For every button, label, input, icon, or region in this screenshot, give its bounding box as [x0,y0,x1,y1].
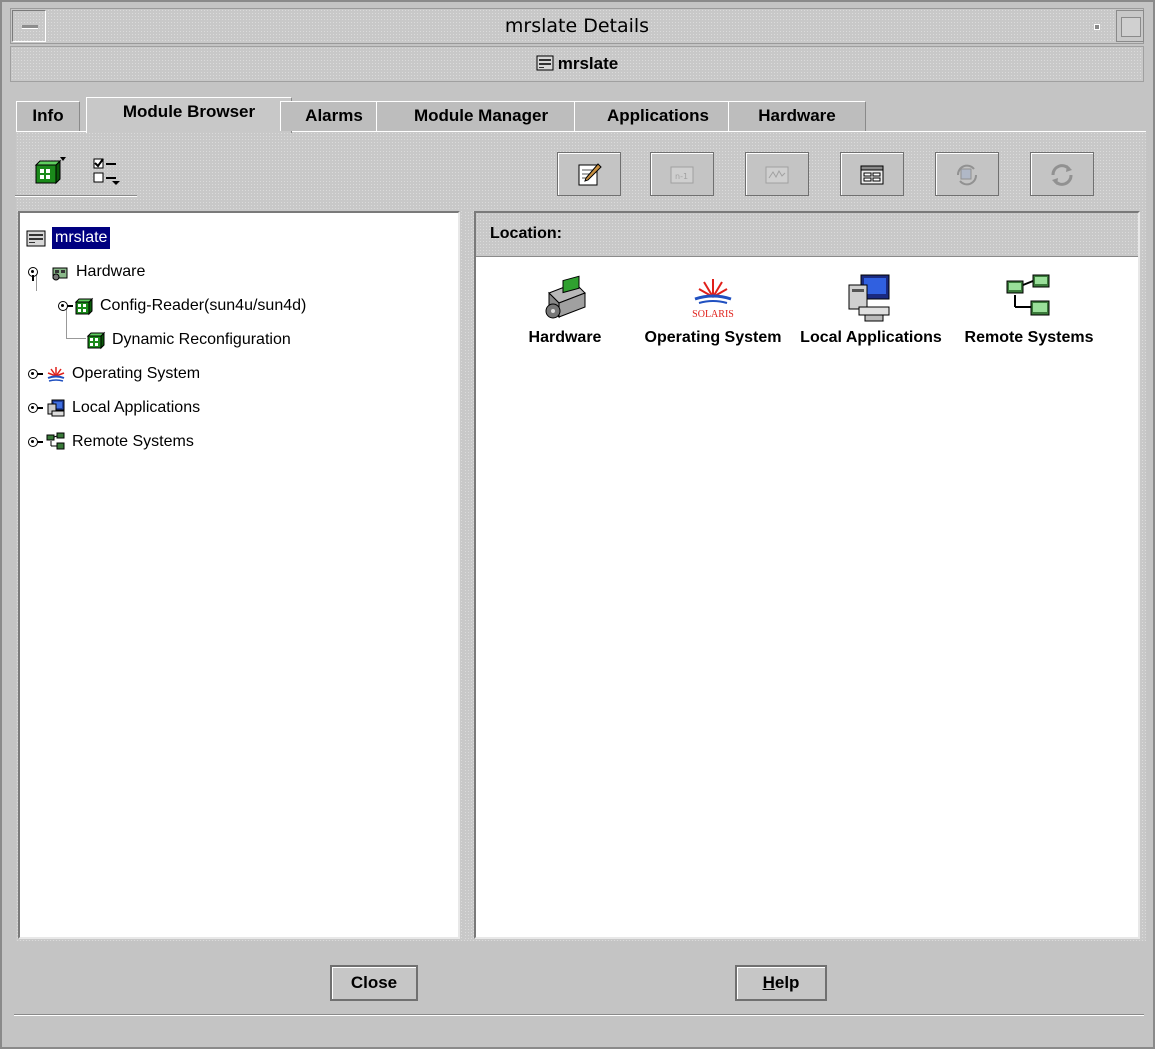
property-sheet-icon [860,165,884,185]
grid-item-hardware[interactable]: Hardware [490,273,640,347]
tree-item-dynamic-reconfiguration[interactable]: Dynamic Reconfiguration [74,329,434,351]
module-tree[interactable]: mrslate Hardware Config-Reader(sun4u/sun… [18,211,460,939]
tree-item-label: Local Applications [72,399,201,416]
window-menu-button[interactable] [12,10,46,42]
local-applications-icon [47,399,65,417]
location-label: Location: [490,225,562,242]
grid-item-local-applications[interactable]: Local Applications [796,273,946,347]
close-button[interactable]: Close [330,965,418,1001]
grid-item-label: Local Applications [800,329,942,346]
module-icon [86,331,106,350]
window-title: mrslate Details [504,15,650,37]
grid-item-remote-systems[interactable]: Remote Systems [954,273,1104,347]
grid-item-label: Operating System [644,329,782,346]
table-view-icon: n-1 [670,166,694,184]
refresh-node-icon [956,164,978,186]
refresh-icon [1051,164,1073,186]
tree-item-label: Hardware [76,263,146,280]
tab-module-manager[interactable]: Module Manager [376,101,586,131]
graph-icon [765,166,789,184]
host-title: mrslate [11,47,1143,81]
help-label: elp [774,973,800,992]
tree-item-label: Remote Systems [72,433,194,450]
property-sheet-button[interactable] [840,152,904,196]
tree-item-label: Dynamic Reconfiguration [112,331,291,348]
table-view-button[interactable]: n-1 [650,152,714,196]
module-icon [74,297,94,316]
hardware-icon [52,267,68,281]
grid-item-label: Hardware [528,329,602,346]
tree-item-remote-systems[interactable]: Remote Systems [28,431,428,453]
help-mnemonic: H [762,973,775,992]
tab-info[interactable]: Info [16,101,80,131]
edit-note-icon [578,163,602,186]
maximize-button[interactable] [1116,10,1144,42]
checklist-menu-icon[interactable] [90,155,124,189]
remote-systems-icon [46,432,65,450]
hardware-icon [545,275,586,319]
tab-module-browser[interactable]: Module Browser [86,97,292,133]
toolbar-separator [15,195,137,197]
solaris-icon [47,367,65,382]
tree-item-operating-system[interactable]: Operating System [28,363,428,385]
refresh-node-button[interactable] [935,152,999,196]
tab-applications[interactable]: Applications [574,101,742,131]
host-server-icon [536,55,554,71]
title-bar[interactable]: mrslate Details [10,8,1144,44]
minimize-button[interactable] [1082,10,1112,42]
tree-item-label: Config-Reader(sun4u/sun4d) [100,297,307,314]
svg-text:n-1: n-1 [675,172,688,181]
module-view-icon[interactable] [32,155,66,189]
solaris-logo-text: SOLARIS [692,309,734,320]
tree-item-label: Operating System [72,365,201,382]
help-button[interactable]: Help [735,965,827,1001]
tab-alarms[interactable]: Alarms [280,101,388,131]
tab-hardware[interactable]: Hardware [728,101,866,131]
graph-button[interactable] [745,152,809,196]
tree-item-hardware[interactable]: Hardware [28,261,428,283]
bottom-separator [14,1014,1144,1016]
edit-button[interactable] [557,152,621,196]
local-applications-icon [848,274,890,322]
grid-item-operating-system[interactable]: SOLARIS Operating System [638,273,788,347]
grid-item-label: Remote Systems [964,329,1094,346]
pane-splitter[interactable] [464,211,472,939]
server-icon [26,230,46,247]
remote-systems-icon [1006,274,1050,316]
host-bar: mrslate [10,46,1144,82]
host-name: mrslate [557,54,619,73]
refresh-button[interactable] [1030,152,1094,196]
location-bar: Location: [476,213,1138,257]
module-contents: Location: Hardware SOLARIS Operating Sys… [474,211,1140,939]
solaris-logo-icon: SOLARIS [692,279,734,320]
tree-item-config-reader[interactable]: Config-Reader(sun4u/sun4d) [58,295,438,317]
tree-root-label[interactable]: mrslate [52,227,111,249]
tree-item-local-applications[interactable]: Local Applications [28,397,428,419]
